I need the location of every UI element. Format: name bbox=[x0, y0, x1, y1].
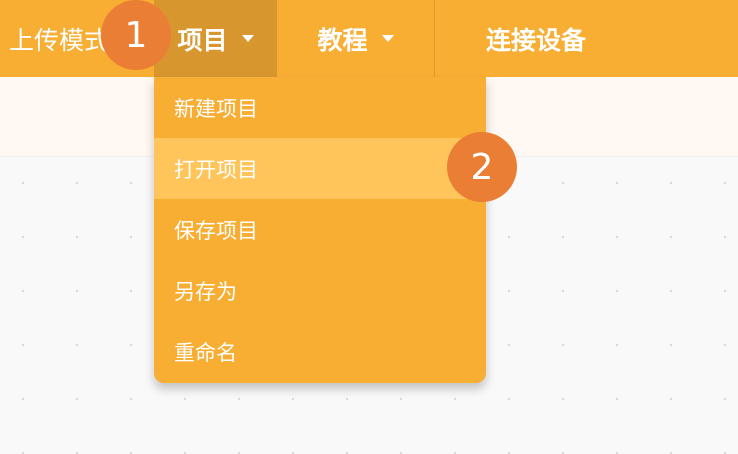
tutorial-menu[interactable]: 教程 bbox=[277, 0, 435, 77]
project-menu-label: 项目 bbox=[177, 25, 228, 55]
project-menu[interactable]: 项目 bbox=[154, 0, 277, 77]
menu-item-label: 新建项目 bbox=[174, 96, 258, 121]
project-dropdown-menu: 新建项目 打开项目 保存项目 另存为 重命名 bbox=[154, 77, 486, 383]
menu-item-open-project[interactable]: 打开项目 bbox=[154, 138, 486, 199]
menu-item-new-project[interactable]: 新建项目 bbox=[154, 77, 486, 138]
chevron-down-icon bbox=[241, 35, 254, 42]
step-1-badge: 1 bbox=[101, 0, 171, 70]
connect-device-button[interactable]: 连接设备 bbox=[436, 0, 636, 77]
tutorial-menu-label: 教程 bbox=[317, 25, 368, 55]
step-2-badge: 2 bbox=[447, 132, 517, 202]
menu-item-label: 重命名 bbox=[174, 340, 237, 365]
chevron-down-icon bbox=[381, 35, 394, 42]
menu-item-save-as[interactable]: 另存为 bbox=[154, 260, 486, 321]
menu-item-save-project[interactable]: 保存项目 bbox=[154, 199, 486, 260]
connect-device-label: 连接设备 bbox=[485, 25, 586, 55]
menu-item-label: 保存项目 bbox=[174, 218, 258, 243]
menu-item-rename[interactable]: 重命名 bbox=[154, 321, 486, 382]
menu-item-label: 打开项目 bbox=[174, 157, 258, 182]
upload-mode-label: 上传模式 bbox=[9, 25, 110, 55]
step-1-number: 1 bbox=[124, 14, 148, 56]
menu-item-label: 另存为 bbox=[174, 279, 237, 304]
step-2-number: 2 bbox=[470, 146, 494, 188]
